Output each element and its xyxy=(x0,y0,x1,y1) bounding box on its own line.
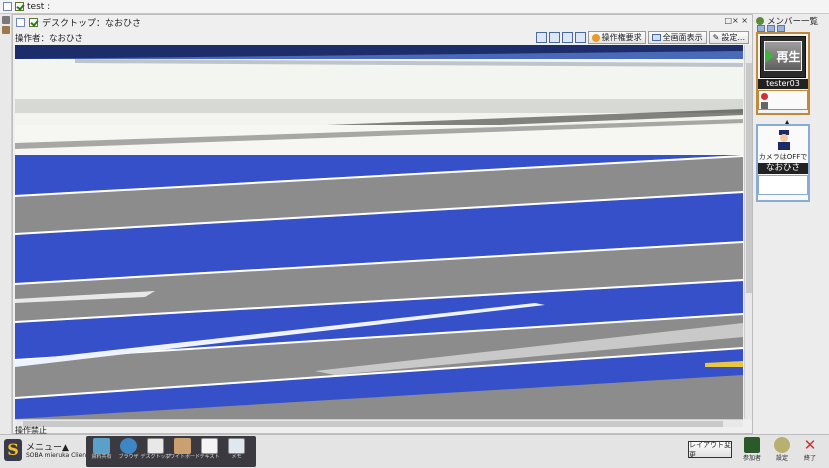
view-zoom-icon[interactable] xyxy=(574,32,586,43)
member-name: なおひさ xyxy=(758,163,808,174)
tool-label: テキスト xyxy=(199,454,220,460)
video-frame: 再生 xyxy=(760,36,806,78)
member-view-controls xyxy=(757,25,785,32)
view-large-icon[interactable] xyxy=(777,25,785,32)
remote-desktop-image xyxy=(15,45,743,419)
layout-change-button[interactable]: レイアウト変更 xyxy=(688,441,732,459)
tool-text[interactable]: テキスト xyxy=(198,438,221,465)
panel-title: デスクトップ：なおひさ xyxy=(42,18,142,29)
tool-label: ホワイトボード xyxy=(165,454,201,460)
panel-icon xyxy=(16,17,25,27)
text-icon xyxy=(201,438,218,454)
request-control-label: 操作権要求 xyxy=(601,33,642,42)
panel-window-controls[interactable]: □× × xyxy=(724,16,748,25)
tool-label: 資料共有 xyxy=(91,454,112,460)
vertical-scrollbar[interactable] xyxy=(744,45,752,419)
view-fit-icon[interactable] xyxy=(535,32,547,43)
whiteboard-icon xyxy=(174,438,191,454)
exit-button[interactable]: ✕ 終了 xyxy=(798,437,822,467)
participants-button[interactable]: 参加者 xyxy=(740,437,764,467)
settings-taskbar-label: 設定 xyxy=(775,455,788,462)
play-label: 再生 xyxy=(776,49,801,64)
settings-button[interactable]: ✎ 設定... xyxy=(708,31,749,44)
taskbar: S メニュー▲ SOBA mieruka Client 1.2.7 資料共有 ブ… xyxy=(0,434,829,468)
participants-label: 参加者 xyxy=(742,455,761,462)
view-medium-icon[interactable] xyxy=(767,25,775,32)
view-small-icon[interactable] xyxy=(757,25,765,32)
view-split-icon[interactable] xyxy=(561,32,573,43)
settings-taskbar-button[interactable]: 設定 xyxy=(770,437,794,467)
member-status-icons xyxy=(758,90,808,110)
speaker-icon[interactable] xyxy=(761,102,768,109)
rail-tool-icon[interactable] xyxy=(2,16,10,24)
fullscreen-button[interactable]: 全画面表示 xyxy=(647,31,707,44)
fullscreen-label: 全画面表示 xyxy=(662,33,703,42)
view-grid-icon[interactable] xyxy=(548,32,560,43)
desktop-panel: デスクトップ：なおひさ □× × 操作者：なおひさ 操作権要求 全画面表示 ✎ … xyxy=(12,14,753,435)
browser-icon xyxy=(120,438,137,454)
hand-icon xyxy=(591,33,600,42)
close-icon: ✕ xyxy=(803,436,817,454)
wrench-icon: ✎ xyxy=(712,33,720,42)
gear-icon xyxy=(774,437,790,453)
rail-pen-icon[interactable] xyxy=(2,26,10,34)
panel-check-icon[interactable] xyxy=(29,17,38,27)
exit-label: 終了 xyxy=(803,455,816,462)
member-name: tester03 xyxy=(758,79,808,89)
mic-icon[interactable] xyxy=(761,93,768,100)
tool-label: メモ xyxy=(231,454,242,460)
monitor-icon xyxy=(651,34,661,41)
memo-icon xyxy=(228,438,245,454)
settings-label: 設定... xyxy=(721,33,745,42)
desktop-icon xyxy=(147,438,164,454)
request-control-button[interactable]: 操作権要求 xyxy=(587,31,646,44)
participants-icon xyxy=(744,437,760,453)
tool-memo[interactable]: メモ xyxy=(225,438,248,465)
tool-label: ブラウザ xyxy=(118,454,139,460)
operator-label: 操作者：なおひさ xyxy=(15,34,84,44)
soba-logo-icon[interactable]: S xyxy=(4,439,22,461)
left-rail xyxy=(0,14,12,434)
tool-whiteboard[interactable]: ホワイトボード xyxy=(165,438,200,465)
avatar xyxy=(778,130,790,150)
member-card-tester03[interactable]: 再生 tester03 xyxy=(756,32,810,115)
panel-header: デスクトップ：なおひさ □× × xyxy=(13,15,752,29)
window-title: test : xyxy=(27,1,51,12)
member-status-icons xyxy=(758,175,808,195)
tool-document-share[interactable]: 資料共有 xyxy=(90,438,113,465)
tool-desktop[interactable]: デスクトップ xyxy=(141,438,171,465)
document-share-icon xyxy=(93,438,110,454)
tools-bar: 資料共有 ブラウザ デスクトップ ホワイトボード テキスト メモ xyxy=(86,436,256,467)
tool-browser[interactable]: ブラウザ xyxy=(117,438,140,465)
remote-desktop-view[interactable] xyxy=(15,45,743,419)
panel-toolbar: 操作権要求 全画面表示 ✎ 設定... xyxy=(535,31,749,44)
members-icon xyxy=(756,17,764,25)
play-icon xyxy=(765,49,775,63)
member-card-naohisa[interactable]: カメラはOFFです。 なおひさ xyxy=(756,124,810,202)
play-button[interactable]: 再生 xyxy=(764,41,802,71)
window-check-icon[interactable] xyxy=(15,2,24,11)
window-icon xyxy=(3,2,12,11)
member-panel: メンバー一覧 再生 tester03 ▲ カメラはOFFです。 なおひさ xyxy=(754,14,829,434)
vertical-scroll-thumb[interactable] xyxy=(746,63,752,293)
app-title-bar: test : xyxy=(0,0,829,14)
